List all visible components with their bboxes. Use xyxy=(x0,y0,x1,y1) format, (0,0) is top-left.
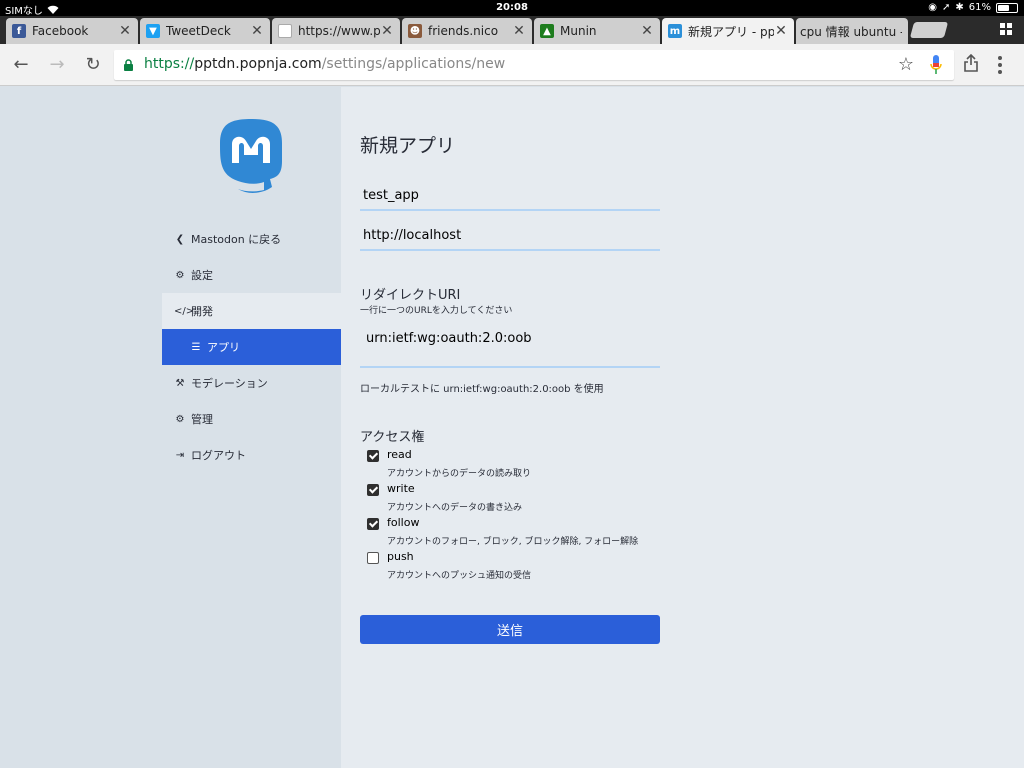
more-menu-icon[interactable] xyxy=(998,56,1002,77)
scope-description: アカウントへのデータの書き込み xyxy=(387,503,523,513)
status-time: 20:08 xyxy=(496,2,528,13)
tab-new-app[interactable]: m 新規アプリ - pptd ✕ xyxy=(662,18,794,44)
tweetdeck-icon: ▼ xyxy=(146,24,160,38)
scope-write: write アカウントへのデータの書き込み xyxy=(367,482,522,513)
gavel-icon: ⚒ xyxy=(175,377,185,389)
tab-cpu-info[interactable]: cpu 情報 ubuntu - xyxy=(796,18,908,44)
main-content: 新規アプリ test_app http://localhost リダイレクトUR… xyxy=(341,87,1024,768)
scope-read: read アカウントからのデータの読み取り xyxy=(367,448,531,479)
reload-icon[interactable]: ↻ xyxy=(82,54,104,76)
sign-out-icon: ⇥ xyxy=(175,449,185,461)
bluetooth-icon: ✱ xyxy=(955,2,964,13)
code-icon: </> xyxy=(174,305,195,317)
scope-description: アカウントへのプッシュ通知の受信 xyxy=(387,571,532,581)
battery-icon xyxy=(996,2,1018,13)
sidebar: ❮ Mastodon に戻る ⚙ 設定 </> 開発 ☰ アプリ ⚒ モデレーシ… xyxy=(0,87,341,768)
friends-nico-icon: ☻ xyxy=(408,24,422,38)
facebook-icon: f xyxy=(12,24,26,38)
scope-follow-checkbox[interactable] xyxy=(367,518,379,530)
submit-button[interactable]: 送信 xyxy=(360,615,660,644)
redirect-uri-hint: 一行に一つのURLを入力してください xyxy=(360,306,513,316)
sidebar-item-logout[interactable]: ⇥ ログアウト xyxy=(162,437,341,473)
settings-menu: ❮ Mastodon に戻る ⚙ 設定 </> 開発 ☰ アプリ ⚒ モデレーシ… xyxy=(162,221,341,473)
close-icon[interactable]: ✕ xyxy=(250,23,264,39)
scope-name: write xyxy=(387,482,415,495)
sidebar-item-moderation[interactable]: ⚒ モデレーション xyxy=(162,365,341,401)
location-icon: ➚ xyxy=(941,2,951,13)
tab-munin[interactable]: ▲ Munin ✕ xyxy=(534,18,660,44)
tab-pptd[interactable]: https://www.pptd ✕ xyxy=(272,18,400,44)
scope-write-checkbox[interactable] xyxy=(367,484,379,496)
sidebar-item-admin[interactable]: ⚙ 管理 xyxy=(162,401,341,437)
sidebar-item-settings[interactable]: ⚙ 設定 xyxy=(162,257,341,293)
scopes-label: アクセス権 xyxy=(360,430,425,445)
tab-facebook[interactable]: f Facebook ✕ xyxy=(6,18,138,44)
sidebar-item-back[interactable]: ❮ Mastodon に戻る xyxy=(162,221,341,257)
local-test-hint: ローカルテストに urn:ietf:wg:oauth:2.0:oob を使用 xyxy=(360,384,604,395)
tab-title: Facebook xyxy=(32,24,89,38)
tab-title: 新規アプリ - pptd xyxy=(688,24,774,39)
close-icon[interactable]: ✕ xyxy=(380,23,394,39)
url-text: https://pptdn.popnja.com/settings/applic… xyxy=(144,56,506,72)
address-bar[interactable]: https://pptdn.popnja.com/settings/applic… xyxy=(114,50,954,80)
sidebar-item-label: 管理 xyxy=(191,413,213,426)
forward-arrow-icon[interactable]: → xyxy=(46,54,68,76)
scope-name: follow xyxy=(387,516,420,529)
tab-title: TweetDeck xyxy=(166,24,231,38)
scope-push-checkbox[interactable] xyxy=(367,552,379,564)
scope-push: push アカウントへのプッシュ通知の受信 xyxy=(367,550,531,581)
tab-title: friends.nico xyxy=(428,24,499,38)
tab-strip: f Facebook ✕ ▼ TweetDeck ✕ https://www.p… xyxy=(0,16,1024,44)
lock-icon xyxy=(124,59,133,71)
mastodon-tab-icon: m xyxy=(668,24,682,38)
list-icon: ☰ xyxy=(191,341,201,353)
scope-follow: follow アカウントのフォロー, ブロック, ブロック解除, フォロー解除 xyxy=(367,516,638,547)
microphone-icon[interactable] xyxy=(930,55,942,75)
battery-level-fill xyxy=(998,4,1009,11)
sidebar-item-label: モデレーション xyxy=(191,377,268,390)
sidebar-item-label: Mastodon に戻る xyxy=(191,233,282,246)
tab-title: Munin xyxy=(560,24,597,38)
sidebar-item-label: 開発 xyxy=(191,305,213,318)
redirect-uri-label: リダイレクトURI xyxy=(360,288,461,303)
tab-tweetdeck[interactable]: ▼ TweetDeck ✕ xyxy=(140,18,270,44)
close-icon[interactable]: ✕ xyxy=(640,23,654,39)
scope-name: push xyxy=(387,550,414,563)
status-bar: SIMなし 20:08 ◉ ➚ ✱ 61% xyxy=(0,0,1024,17)
chevron-left-icon: ❮ xyxy=(175,233,185,245)
scope-name: read xyxy=(387,448,412,461)
sidebar-item-apps[interactable]: ☰ アプリ xyxy=(162,329,341,365)
sidebar-item-label: 設定 xyxy=(191,269,213,282)
redirect-uri-textarea[interactable]: urn:ietf:wg:oauth:2.0:oob xyxy=(360,327,660,368)
gear-icon: ⚙ xyxy=(175,269,185,281)
scope-description: アカウントのフォロー, ブロック, ブロック解除, フォロー解除 xyxy=(387,537,639,547)
scope-read-checkbox[interactable] xyxy=(367,450,379,462)
scope-description: アカウントからのデータの読み取り xyxy=(387,469,532,479)
battery-percent: 61% xyxy=(968,2,991,13)
app-name-field[interactable]: test_app xyxy=(360,181,660,211)
orientation-lock-icon: ◉ xyxy=(928,2,937,13)
sidebar-item-label: アプリ xyxy=(207,341,240,354)
tab-friends-nico[interactable]: ☻ friends.nico ✕ xyxy=(402,18,532,44)
mastodon-logo-icon[interactable] xyxy=(216,117,286,193)
tab-title: https://www.pptd xyxy=(298,24,380,38)
new-tab-button[interactable] xyxy=(909,22,949,38)
close-icon[interactable]: ✕ xyxy=(118,23,132,39)
website-field[interactable]: http://localhost xyxy=(360,221,660,251)
sidebar-item-label: ログアウト xyxy=(191,449,246,462)
munin-icon: ▲ xyxy=(540,24,554,38)
share-icon[interactable] xyxy=(964,54,978,72)
close-icon[interactable]: ✕ xyxy=(512,23,526,39)
page-icon xyxy=(278,24,292,38)
page-title: 新規アプリ xyxy=(360,135,456,157)
bookmark-star-icon[interactable]: ☆ xyxy=(898,54,914,75)
sidebar-item-development[interactable]: </> 開発 xyxy=(162,293,341,329)
cogs-icon: ⚙ xyxy=(175,413,185,425)
close-icon[interactable]: ✕ xyxy=(774,23,788,39)
tab-title: cpu 情報 ubuntu - xyxy=(800,24,902,39)
tab-switcher-icon[interactable] xyxy=(1000,23,1012,35)
back-arrow-icon[interactable]: ← xyxy=(10,54,32,76)
browser-toolbar: ← → ↻ https://pptdn.popnja.com/settings/… xyxy=(0,44,1024,86)
